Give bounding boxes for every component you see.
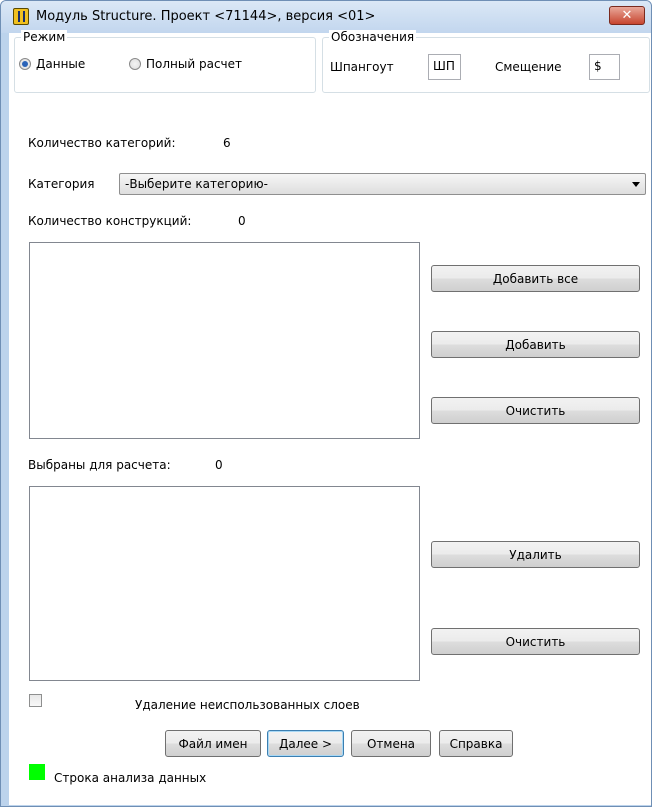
mode-group-legend: Режим	[21, 30, 68, 44]
category-label: Категория	[28, 177, 95, 191]
category-select[interactable]: -Выберите категорию-	[119, 173, 646, 195]
app-icon	[13, 8, 29, 25]
cancel-button[interactable]: Отмена	[351, 730, 431, 757]
constructions-list[interactable]	[29, 242, 420, 439]
add-all-button[interactable]: Добавить все	[431, 265, 640, 292]
categories-count-label: Количество категорий:	[28, 136, 176, 150]
clear-constructions-button[interactable]: Очистить	[431, 397, 640, 424]
clear-selected-button[interactable]: Очистить	[431, 628, 640, 655]
window-title: Модуль Structure. Проект <71144>, версия…	[36, 9, 376, 24]
status-text: Строка анализа данных	[54, 771, 207, 785]
mode-radio-data[interactable]: Данные	[19, 57, 85, 71]
offset-input[interactable]: $	[589, 54, 620, 80]
dialog-window: Модуль Structure. Проект <71144>, версия…	[0, 0, 652, 807]
file-names-button[interactable]: Файл имен	[165, 730, 261, 757]
radio-data-indicator[interactable]	[19, 58, 31, 70]
remove-unused-layers-checkbox[interactable]	[29, 694, 42, 707]
mode-radio-full-calc[interactable]: Полный расчет	[129, 57, 242, 71]
remove-unused-layers-label: Удаление неиспользованных слоев	[135, 698, 360, 712]
status-indicator	[29, 764, 45, 780]
help-button[interactable]: Справка	[439, 730, 513, 757]
add-button[interactable]: Добавить	[431, 331, 640, 358]
constructions-count-label: Количество конструкций:	[28, 214, 192, 228]
offset-label: Смещение	[495, 60, 562, 74]
frame-input[interactable]: ШП	[428, 54, 461, 80]
selected-list[interactable]	[29, 486, 420, 681]
notation-group: Обозначения Шпангоут ШП Смещение $	[322, 30, 650, 93]
constructions-count-value: 0	[238, 214, 246, 228]
selected-count-label: Выбраны для расчета:	[28, 458, 171, 472]
frame-label: Шпангоут	[330, 60, 394, 74]
categories-count-value: 6	[223, 136, 231, 150]
next-button[interactable]: Далее >	[267, 730, 344, 757]
dialog-client-area: Режим Данные Полный расчет Обозначения Ш…	[9, 30, 651, 805]
mode-group: Режим Данные Полный расчет	[14, 30, 316, 93]
selected-count-value: 0	[215, 458, 223, 472]
notation-group-legend: Обозначения	[329, 30, 417, 44]
category-select-value: -Выберите категорию-	[125, 177, 268, 191]
radio-full-calc-indicator[interactable]	[129, 58, 141, 70]
close-icon: ✕	[621, 8, 633, 23]
chevron-down-icon[interactable]	[632, 182, 640, 187]
title-bar[interactable]: Модуль Structure. Проект <71144>, версия…	[1, 1, 651, 33]
remove-button[interactable]: Удалить	[431, 541, 640, 568]
radio-data-label: Данные	[36, 57, 86, 71]
close-button[interactable]: ✕	[609, 6, 645, 25]
radio-full-calc-label: Полный расчет	[146, 57, 242, 71]
